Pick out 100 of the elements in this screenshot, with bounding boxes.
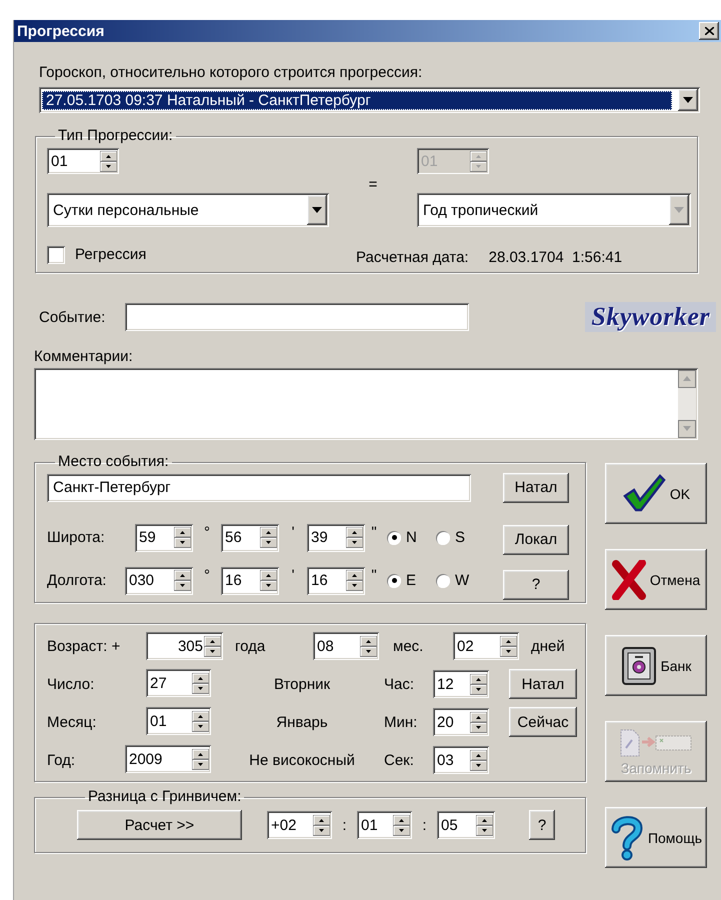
spinner-arrows-icon[interactable] <box>204 636 221 656</box>
check-mark-icon <box>622 474 666 514</box>
event-field[interactable] <box>125 303 469 331</box>
dropdown-button[interactable] <box>678 89 698 111</box>
checkbox[interactable] <box>47 246 65 264</box>
field-label: Час: <box>383 676 416 692</box>
count-spin-box[interactable]: 01 <box>47 148 119 174</box>
close-icon <box>704 27 714 35</box>
window-title: Прогрессия <box>17 22 106 40</box>
document-to-field-icon <box>618 728 694 758</box>
unit-label: года <box>234 638 266 654</box>
separator: : <box>422 816 427 834</box>
spinner-arrows-icon[interactable] <box>174 570 191 591</box>
field-label: Событие: <box>39 308 106 326</box>
unit-label: мес. <box>392 638 424 654</box>
spinner-arrows-icon[interactable] <box>393 814 410 836</box>
caret-icon <box>674 207 684 213</box>
spinner-arrows-icon[interactable] <box>360 636 377 656</box>
horoscope-dropdown[interactable]: 27.05.1703 09:37 Натальный - СанктПетербург <box>39 87 700 113</box>
natal-button[interactable]: Натал <box>503 472 569 502</box>
group-title: Тип Прогрессии: <box>57 127 174 145</box>
spin-box[interactable]: 59 <box>135 524 193 552</box>
spin-box[interactable]: 02 <box>453 632 519 660</box>
spin-box[interactable]: 12 <box>433 670 489 698</box>
caret-icon <box>312 207 322 213</box>
spinner-arrows-icon[interactable] <box>346 527 363 548</box>
field-label: Широта: <box>47 529 106 546</box>
natal-time-button[interactable]: Натал <box>509 669 577 699</box>
radio-button[interactable] <box>436 530 450 544</box>
spin-box[interactable]: 56 <box>221 524 279 552</box>
equals-sign: = <box>368 176 378 193</box>
spinner-arrows-icon[interactable] <box>346 570 363 591</box>
ok-button[interactable]: OK <box>605 463 707 524</box>
close-button[interactable] <box>699 22 719 40</box>
city-field[interactable]: Санкт-Петербург <box>47 474 471 502</box>
radio-button[interactable] <box>387 530 401 544</box>
group-title: Место события: <box>57 453 170 471</box>
spinner-arrows-icon[interactable] <box>313 814 330 836</box>
spinner-arrows-icon[interactable] <box>470 750 487 770</box>
radio-label: S <box>455 529 466 546</box>
info-text: Не високосный <box>249 752 355 768</box>
now-button[interactable]: Сейчас <box>509 707 577 737</box>
spin-box[interactable]: 16 <box>307 566 365 594</box>
spin-box[interactable]: 16 <box>221 566 279 594</box>
info-text: Январь <box>276 714 328 730</box>
unit-mark: " <box>371 567 377 584</box>
unit-dropdown[interactable]: Сутки персональные <box>47 193 329 227</box>
spin-box[interactable]: 2009 <box>125 745 211 773</box>
info-text: Вторник <box>274 676 330 692</box>
radio-label: N <box>406 529 418 546</box>
cancel-button[interactable]: Отмена <box>605 549 707 610</box>
spinner-arrows-icon[interactable] <box>470 712 487 732</box>
bank-button[interactable]: Банк <box>605 635 707 696</box>
calc-date-label: Расчетная дата: <box>356 249 469 266</box>
spinner-arrows-icon[interactable] <box>470 674 487 694</box>
field-label: Возраст: + <box>47 638 122 654</box>
spin-box[interactable]: 27 <box>146 669 211 697</box>
help-button[interactable]: ? <box>503 570 569 600</box>
spinner-arrows-icon[interactable] <box>260 570 277 591</box>
calculate-button[interactable]: Расчет >> <box>77 810 242 840</box>
spinner-arrows-icon[interactable] <box>500 636 517 656</box>
spinner-arrows-icon[interactable] <box>192 710 209 732</box>
radio-button[interactable] <box>387 574 401 588</box>
unit-label: дней <box>530 638 565 654</box>
spin-box[interactable]: +02 <box>267 811 332 839</box>
field-label: Год: <box>47 752 76 768</box>
safe-icon <box>620 644 657 686</box>
spinner-arrows-icon[interactable] <box>192 672 209 694</box>
help-button[interactable]: ? <box>529 810 555 840</box>
spin-box[interactable]: 030 <box>125 566 193 594</box>
field-label: Долгота: <box>47 572 108 589</box>
calc-date-value: 28.03.1704 1:56:41 <box>488 249 622 266</box>
spin-box[interactable]: 305 <box>146 632 223 660</box>
local-button[interactable]: Локал <box>503 524 569 554</box>
help-button[interactable]: Помощь <box>605 807 707 868</box>
unit-mark: " <box>371 524 377 541</box>
spin-box[interactable]: 01 <box>357 811 412 839</box>
radio-label: W <box>455 572 470 589</box>
comments-field[interactable] <box>34 368 698 440</box>
separator: : <box>342 816 347 834</box>
spin-box[interactable]: 08 <box>313 632 379 660</box>
spin-box[interactable]: 39 <box>307 524 365 552</box>
spinner-arrows-icon[interactable] <box>192 748 209 770</box>
spin-box[interactable]: 05 <box>437 811 495 839</box>
scrollbar[interactable] <box>678 370 696 438</box>
spin-box[interactable]: 03 <box>433 746 489 774</box>
spinner-arrows-icon[interactable] <box>476 814 493 836</box>
spinner-arrows-icon[interactable] <box>100 150 117 172</box>
dropdown-button[interactable] <box>307 195 327 225</box>
radio-label: E <box>406 572 418 589</box>
radio-button[interactable] <box>436 574 450 588</box>
field-label: Гороскоп, относительно которого строится прогрессия: <box>39 64 424 82</box>
field-label: Число: <box>47 676 96 692</box>
field-label: Месяц: <box>47 714 98 730</box>
spinner-arrows-icon[interactable] <box>174 527 191 548</box>
spinner-arrows-icon[interactable] <box>260 527 277 548</box>
unit-mark: ° <box>204 524 210 541</box>
logo: Skyworker <box>585 302 716 332</box>
spin-box[interactable]: 20 <box>433 708 489 736</box>
spin-box[interactable]: 01 <box>146 707 211 735</box>
